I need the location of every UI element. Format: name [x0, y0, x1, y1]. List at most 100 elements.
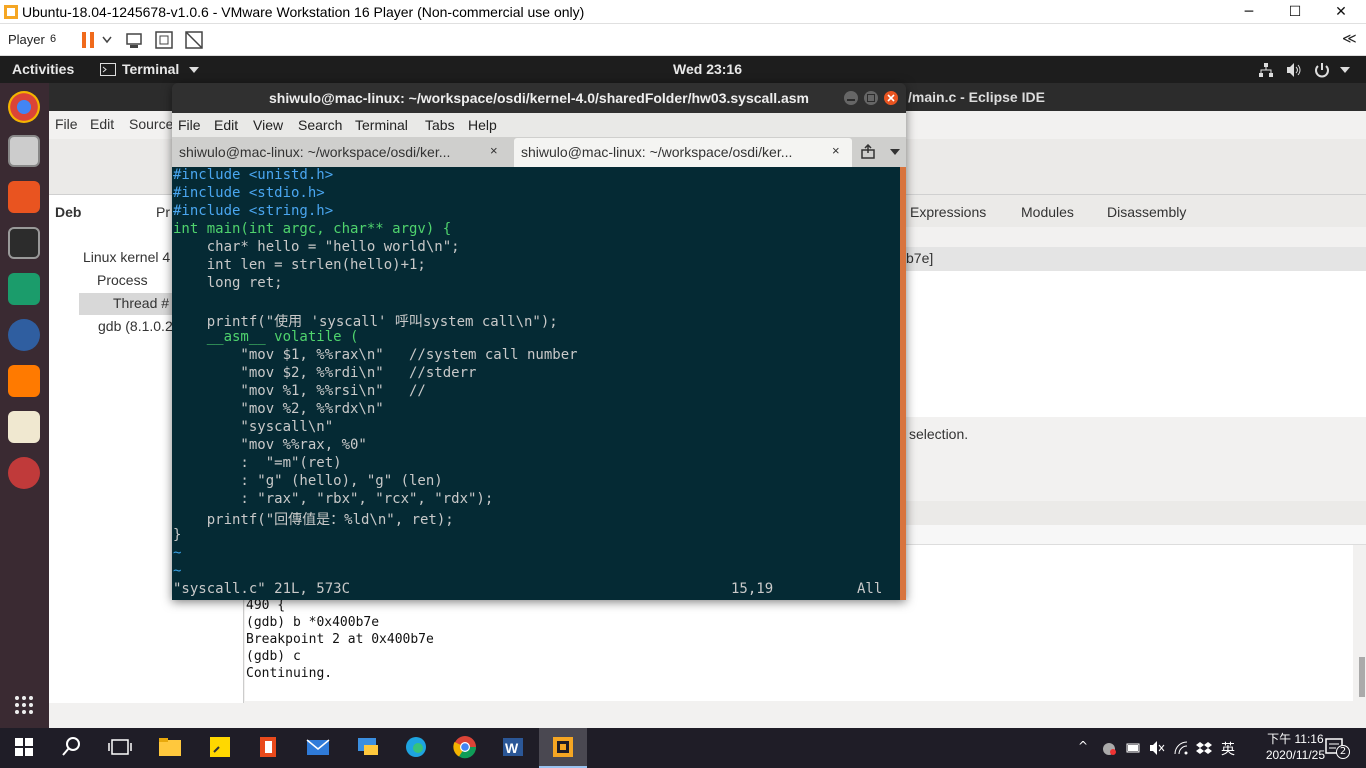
files-icon[interactable] [8, 135, 40, 167]
terminal-tab-2-active[interactable]: shiwulo@mac-linux: ~/workspace/osdi/ker.… [514, 138, 852, 167]
chrome-taskbar-icon[interactable] [453, 735, 477, 759]
vmware-logo-icon [4, 5, 18, 19]
power-icon[interactable] [1314, 62, 1330, 78]
projects-tab[interactable]: Pr [156, 204, 170, 220]
expressions-tab[interactable]: Expressions [910, 204, 986, 220]
file-explorer-icon[interactable] [158, 735, 182, 759]
maximize-button[interactable]: ☐ [1272, 0, 1318, 24]
edge-icon[interactable] [404, 735, 428, 759]
collapse-toolbar-button[interactable]: ≪ [1342, 30, 1357, 47]
code-line: __asm__ volatile ( [173, 329, 359, 345]
app-menu-button[interactable]: Terminal [122, 61, 179, 77]
terminal-tab-1[interactable]: shiwulo@mac-linux: ~/workspace/osdi/ker.… [172, 138, 508, 167]
terminal-menu-file[interactable]: File [178, 117, 201, 133]
search-icon[interactable] [60, 735, 84, 759]
code-line: "mov %2, %%rdx\n" [173, 401, 384, 417]
player-menu[interactable]: Player [8, 32, 45, 47]
send-ctrl-alt-del-icon[interactable] [124, 30, 144, 50]
address-snippet: b7e] [906, 250, 934, 266]
clock-date: 2020/11/25 [1265, 748, 1325, 762]
fullscreen-icon[interactable] [154, 30, 174, 50]
console-scrollbar[interactable] [1359, 657, 1365, 697]
new-tab-icon[interactable] [860, 144, 876, 160]
vim-status-scroll: All [857, 581, 883, 597]
tree-process[interactable]: Process [97, 272, 148, 288]
app-menu-chevron-icon [189, 67, 199, 73]
tree-gdb[interactable]: gdb (8.1.0.2 [98, 318, 173, 334]
tabs-menu-chevron-icon[interactable] [890, 149, 900, 155]
terminal-maximize-icon[interactable] [863, 90, 879, 106]
remote-desktop-icon[interactable] [356, 735, 380, 759]
activities-button[interactable]: Activities [12, 61, 74, 77]
tree-kernel[interactable]: Linux kernel 4 [83, 249, 170, 265]
console-line: (gdb) b *0x400b7e [246, 615, 380, 630]
tray-overflow-icon[interactable]: ^ [1078, 739, 1088, 753]
code-line: "mov %1, %%rsi\n" // [173, 383, 426, 399]
battery-icon[interactable] [1125, 740, 1141, 756]
code-line: ~ [173, 545, 182, 561]
unity-mode-icon[interactable] [184, 30, 204, 50]
code-line: "mov $2, %%rdi\n" //stderr [173, 365, 477, 381]
eclipse-menu-source[interactable]: Source [129, 116, 173, 132]
system-clock[interactable]: 下午 11:16 2020/11/25 [1266, 731, 1325, 763]
tree-thread[interactable]: Thread # [113, 295, 169, 311]
terminal-menu-help[interactable]: Help [468, 117, 497, 133]
ime-indicator[interactable]: 英 [1221, 739, 1235, 759]
show-apps-icon[interactable] [14, 695, 34, 715]
word-icon[interactable]: W [501, 735, 525, 759]
dropbox-icon[interactable] [1196, 740, 1212, 756]
terminal-dock-icon[interactable] [8, 227, 40, 259]
terminal-tab-close-1[interactable]: × [490, 143, 498, 158]
debug-tab[interactable]: Deb [55, 204, 81, 220]
code-line: : "rax", "rbx", "rcx", "rdx"); [173, 491, 494, 507]
task-view-icon[interactable] [108, 735, 132, 759]
chevron-down-icon[interactable] [102, 36, 112, 44]
pause-icon[interactable] [80, 30, 96, 50]
vmware-taskbar-icon[interactable] [551, 735, 575, 759]
minimize-button[interactable]: ─ [1226, 0, 1272, 24]
gnome-top-bar: Activities Terminal Wed 23:16 [0, 56, 1366, 83]
terminal-minimize-icon[interactable] [843, 90, 859, 106]
terminal-menu-view[interactable]: View [253, 117, 283, 133]
vmware-titlebar: Ubuntu-18.04-1245678-v1.0.6 - VMware Wor… [0, 0, 1366, 24]
speaker-muted-icon[interactable] [1149, 740, 1165, 756]
terminal-menubar: File Edit View Search Terminal Tabs Help [172, 113, 906, 137]
vim-editor[interactable]: #include <unistd.h> #include <stdio.h> #… [172, 167, 900, 600]
network-icon[interactable] [1258, 62, 1274, 78]
volume-icon[interactable] [1286, 62, 1302, 78]
gnome-clock[interactable]: Wed 23:16 [673, 61, 742, 77]
chrome-icon[interactable] [8, 91, 40, 123]
disassembly-tab[interactable]: Disassembly [1107, 204, 1186, 220]
text-editor-icon[interactable] [8, 411, 40, 443]
mail-icon[interactable] [306, 735, 330, 759]
code-line: printf("回傳值是：%ld\n", ret); [173, 512, 454, 528]
settings-icon[interactable] [8, 457, 40, 489]
terminal-scrollbar[interactable] [900, 167, 906, 600]
office-icon[interactable] [256, 735, 280, 759]
code-line: #include <unistd.h> [173, 167, 334, 183]
close-button[interactable]: ✕ [1318, 0, 1364, 24]
sticky-notes-icon[interactable] [208, 735, 232, 759]
terminal-menu-search[interactable]: Search [298, 117, 342, 133]
eclipse-menu-file[interactable]: File [55, 116, 78, 132]
cloud-sync-icon[interactable] [1101, 740, 1117, 756]
clion-icon[interactable] [8, 273, 40, 305]
vmware-toolbar: Player 6 ≪ [0, 24, 1366, 56]
console-line: Breakpoint 2 at 0x400b7e [246, 632, 434, 647]
eclipse-menu-edit[interactable]: Edit [90, 116, 114, 132]
modules-tab[interactable]: Modules [1021, 204, 1074, 220]
windows-start-icon[interactable] [14, 735, 38, 759]
terminal-tab-close-2[interactable]: × [832, 143, 840, 158]
terminal-tab-label: shiwulo@mac-linux: ~/workspace/osdi/ker.… [179, 144, 451, 160]
terminal-menu-tabs[interactable]: Tabs [425, 117, 455, 133]
sublime-icon[interactable] [8, 365, 40, 397]
code-line: } [173, 527, 182, 543]
terminal-menu-edit[interactable]: Edit [214, 117, 238, 133]
notification-count: 2 [1336, 745, 1350, 759]
terminal-menu-terminal[interactable]: Terminal [355, 117, 408, 133]
software-center-icon[interactable] [8, 181, 40, 213]
wifi-icon[interactable] [1173, 740, 1189, 756]
system-menu-chevron-icon[interactable] [1340, 67, 1350, 73]
eclipse-icon[interactable] [8, 319, 40, 351]
terminal-close-icon[interactable] [883, 90, 899, 106]
